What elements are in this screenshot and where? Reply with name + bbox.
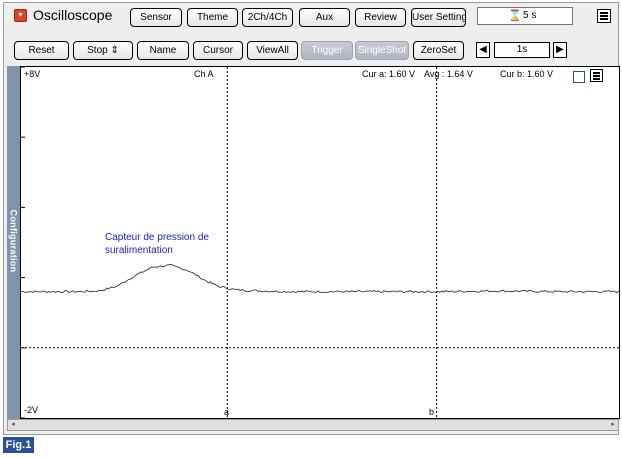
- singleshot-button: SingleShot: [355, 41, 409, 60]
- reset-button[interactable]: Reset: [14, 41, 69, 60]
- viewall-button[interactable]: ViewAll: [247, 41, 298, 60]
- display-checkbox[interactable]: [573, 71, 585, 83]
- sensor-button[interactable]: Sensor: [130, 8, 182, 27]
- review-button[interactable]: Review: [355, 8, 406, 27]
- scroll-left-icon[interactable]: ◂: [8, 420, 18, 430]
- name-button[interactable]: Name: [137, 41, 189, 60]
- cursor-b-readout: Cur b: 1.60 V: [500, 69, 554, 79]
- user-setting-button[interactable]: User Setting: [411, 8, 466, 27]
- channels-button[interactable]: 2Ch/4Ch: [242, 8, 293, 27]
- cursor-a-marker: a: [224, 407, 230, 417]
- stepper-arrows-icon: ⇕: [110, 45, 119, 56]
- timebase-prev-icon[interactable]: ◀: [476, 42, 490, 58]
- scope-menu-icon[interactable]: [590, 69, 603, 82]
- theme-button[interactable]: Theme: [187, 8, 238, 27]
- scroll-right-icon[interactable]: ▸: [608, 420, 618, 430]
- configuration-label: Configuration: [8, 209, 19, 273]
- app-menu-icon[interactable]: ▾: [14, 9, 27, 22]
- average-readout: Avg : 1.64 V: [424, 69, 473, 79]
- figure-badge: Fig.1: [3, 437, 34, 453]
- stop-button-label: Stop: [87, 45, 108, 56]
- cursor-button[interactable]: Cursor: [193, 41, 243, 60]
- timer-value: 5 s: [523, 10, 537, 21]
- scope-display[interactable]: +8V Ch A Cur a: 1.60 V Avg : 1.64 V Cur …: [20, 66, 620, 419]
- trigger-button: Trigger: [301, 41, 353, 60]
- timer-display: ⌛ 5 s: [477, 7, 573, 25]
- y-max-label: +8V: [24, 69, 41, 79]
- cursor-b-marker: b: [429, 407, 435, 417]
- channel-label: Ch A: [194, 69, 214, 79]
- cursor-a-readout: Cur a: 1.60 V: [362, 69, 416, 79]
- timebase-field[interactable]: 1s: [494, 42, 550, 58]
- zeroset-button[interactable]: ZeroSet: [413, 41, 464, 60]
- aux-button[interactable]: Aux: [299, 8, 350, 27]
- configuration-sidebar[interactable]: Configuration: [7, 66, 20, 419]
- horizontal-scrollbar[interactable]: ◂ ▸: [7, 419, 619, 431]
- stop-button[interactable]: Stop ⇕: [73, 41, 133, 60]
- hourglass-icon: ⌛: [508, 10, 522, 22]
- window-menu-icon[interactable]: [597, 9, 611, 23]
- y-min-label: -2V: [24, 405, 39, 415]
- app-title: Oscilloscope: [33, 7, 113, 23]
- timebase-next-icon[interactable]: ▶: [553, 42, 567, 58]
- series-line-ch-a: [21, 263, 619, 294]
- trace-annotation: Capteur de pression de suralimentation: [105, 232, 209, 256]
